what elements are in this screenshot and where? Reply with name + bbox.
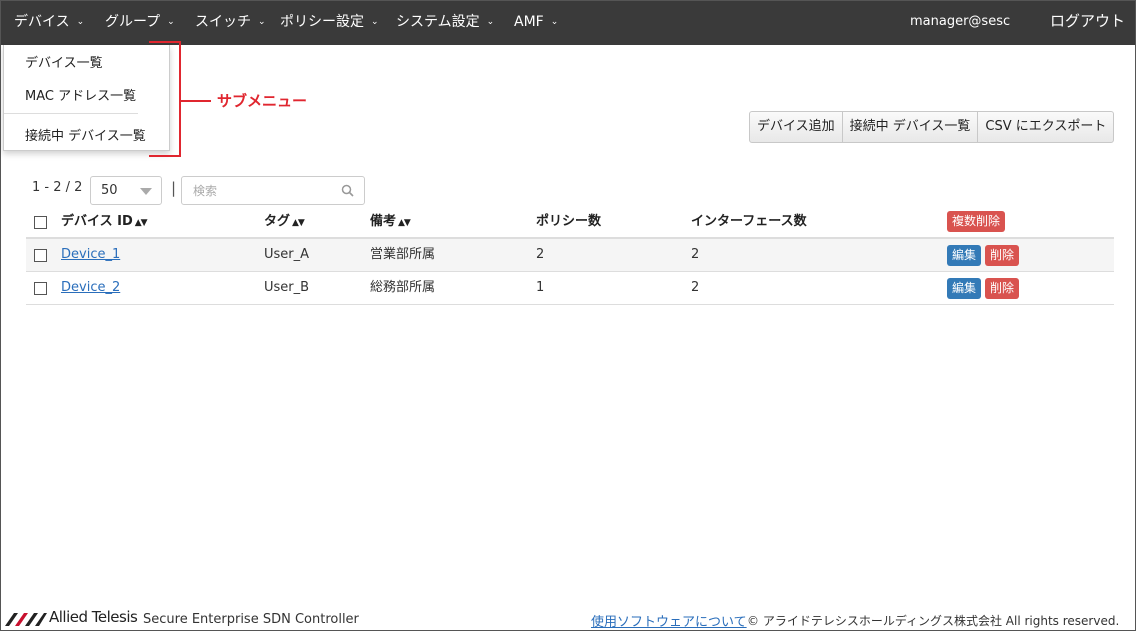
tag-cell: User_B — [264, 280, 310, 295]
nav-menu-groups[interactable]: グループ ⌄ — [105, 1, 175, 45]
copyright-text: © アライドテレシスホールディングス株式会社 All rights reserv… — [747, 614, 1120, 628]
submenu-item-connected-devices[interactable]: 接続中 デバイス一覧 — [25, 125, 146, 144]
annotation-line — [181, 100, 211, 102]
chevron-down-icon: ⌄ — [550, 17, 559, 27]
tag-cell: User_A — [264, 247, 310, 262]
sort-icon: ▲▼ — [292, 218, 305, 228]
devices-submenu: デバイス一覧 MAC アドレス一覧 接続中 デバイス一覧 — [3, 45, 170, 151]
allied-telesis-logo-icon — [5, 613, 47, 626]
nav-menu-switches[interactable]: スイッチ ⌄ — [195, 1, 266, 45]
chevron-down-icon: ⌄ — [258, 17, 266, 27]
nav-menu-devices[interactable]: デバイス ⌄ — [14, 1, 84, 45]
select-all-checkbox[interactable] — [34, 216, 47, 229]
header-device-id-label: デバイス ID — [61, 214, 133, 229]
connected-devices-button[interactable]: 接続中 デバイス一覧 — [841, 111, 979, 143]
header-interface-count: インターフェース数 — [691, 214, 807, 229]
chevron-down-icon: ⌄ — [486, 17, 495, 27]
header-tag-label: タグ — [264, 214, 291, 229]
header-tag[interactable]: タグ ▲▼ — [264, 206, 305, 239]
csv-export-button[interactable]: CSV にエクスポート — [977, 111, 1115, 143]
nav-menu-system-settings[interactable]: システム設定 ⌄ — [396, 1, 494, 45]
sort-icon: ▲▼ — [134, 218, 148, 228]
brand-name: Allied Telesis — [49, 608, 138, 626]
caret-down-icon — [140, 188, 152, 195]
header-note[interactable]: 備考 ▲▼ — [370, 206, 411, 239]
header-policy-count: ポリシー数 — [536, 214, 602, 229]
product-name: Secure Enterprise SDN Controller — [143, 612, 359, 627]
nav-menu-switches-label: スイッチ — [195, 14, 251, 30]
search-box — [181, 176, 365, 205]
pager-count: 1 - 2 / 2 — [32, 180, 83, 195]
search-input[interactable] — [182, 177, 332, 204]
nav-menu-devices-label: デバイス — [14, 14, 70, 30]
annotation-label: サブメニュー — [217, 92, 308, 110]
device-id-link[interactable]: Device_1 — [61, 239, 120, 271]
submenu-divider — [4, 113, 138, 114]
nav-menu-system-settings-label: システム設定 — [396, 14, 480, 30]
interface-count-cell: 2 — [691, 280, 700, 295]
policy-count-cell: 2 — [536, 247, 545, 262]
delete-button[interactable]: 削除 — [985, 245, 1020, 266]
bulk-delete-button[interactable]: 複数削除 — [947, 211, 1006, 232]
toolbar-button-group: デバイス追加 接続中 デバイス一覧 CSV にエクスポート — [749, 111, 1115, 143]
pager-separator: | — [171, 179, 177, 197]
submenu-item-device-list[interactable]: デバイス一覧 — [25, 52, 103, 71]
note-cell: 総務部所属 — [370, 280, 436, 295]
page-size-select[interactable]: 50 — [90, 176, 162, 205]
row-checkbox[interactable] — [34, 249, 47, 262]
annotation-bracket — [149, 41, 181, 157]
nav-menu-amf-label: AMF — [514, 14, 544, 30]
software-info-link[interactable]: 使用ソフトウェアについて — [591, 611, 747, 630]
search-icon[interactable] — [341, 184, 354, 197]
nav-menu-policy-settings-label: ポリシー設定 — [280, 14, 364, 30]
nav-menu-amf[interactable]: AMF ⌄ — [514, 1, 558, 45]
footer: Allied Telesis Secure Enterprise SDN Con… — [1, 607, 1135, 631]
current-user: manager@sesc — [910, 14, 1011, 29]
note-cell: 営業部所属 — [370, 247, 436, 262]
page-size-value: 50 — [101, 183, 118, 198]
chevron-down-icon: ⌄ — [167, 17, 175, 27]
table-header: デバイス ID ▲▼ タグ ▲▼ 備考 ▲▼ ポリシー数 インターフェース数 複数削除 — [26, 206, 1114, 239]
header-note-label: 備考 — [370, 214, 397, 229]
chevron-down-icon: ⌄ — [76, 17, 85, 27]
top-navbar: デバイス ⌄ グループ ⌄ スイッチ ⌄ ポリシー設定 ⌄ システム設定 ⌄ AMF ⌄ m… — [1, 1, 1135, 45]
policy-count-cell: 1 — [536, 280, 545, 295]
nav-menu-groups-label: グループ — [105, 14, 161, 30]
submenu-item-mac-address-list[interactable]: MAC アドレス一覧 — [25, 85, 136, 104]
edit-button[interactable]: 編集 — [947, 278, 982, 299]
table-row: Device_1 User_A 営業部所属 2 2 編集 削除 — [26, 239, 1114, 272]
logout-link[interactable]: ログアウト — [1050, 1, 1125, 41]
device-id-link[interactable]: Device_2 — [61, 272, 120, 304]
delete-button[interactable]: 削除 — [985, 278, 1020, 299]
chevron-down-icon: ⌄ — [371, 17, 379, 27]
nav-menu-policy-settings[interactable]: ポリシー設定 ⌄ — [280, 1, 379, 45]
table-row: Device_2 User_B 総務部所属 1 2 編集 削除 — [26, 272, 1114, 305]
row-checkbox[interactable] — [34, 282, 47, 295]
sort-icon: ▲▼ — [398, 218, 411, 228]
interface-count-cell: 2 — [691, 247, 700, 262]
edit-button[interactable]: 編集 — [947, 245, 982, 266]
add-device-button[interactable]: デバイス追加 — [749, 111, 843, 143]
header-device-id[interactable]: デバイス ID ▲▼ — [61, 206, 148, 239]
